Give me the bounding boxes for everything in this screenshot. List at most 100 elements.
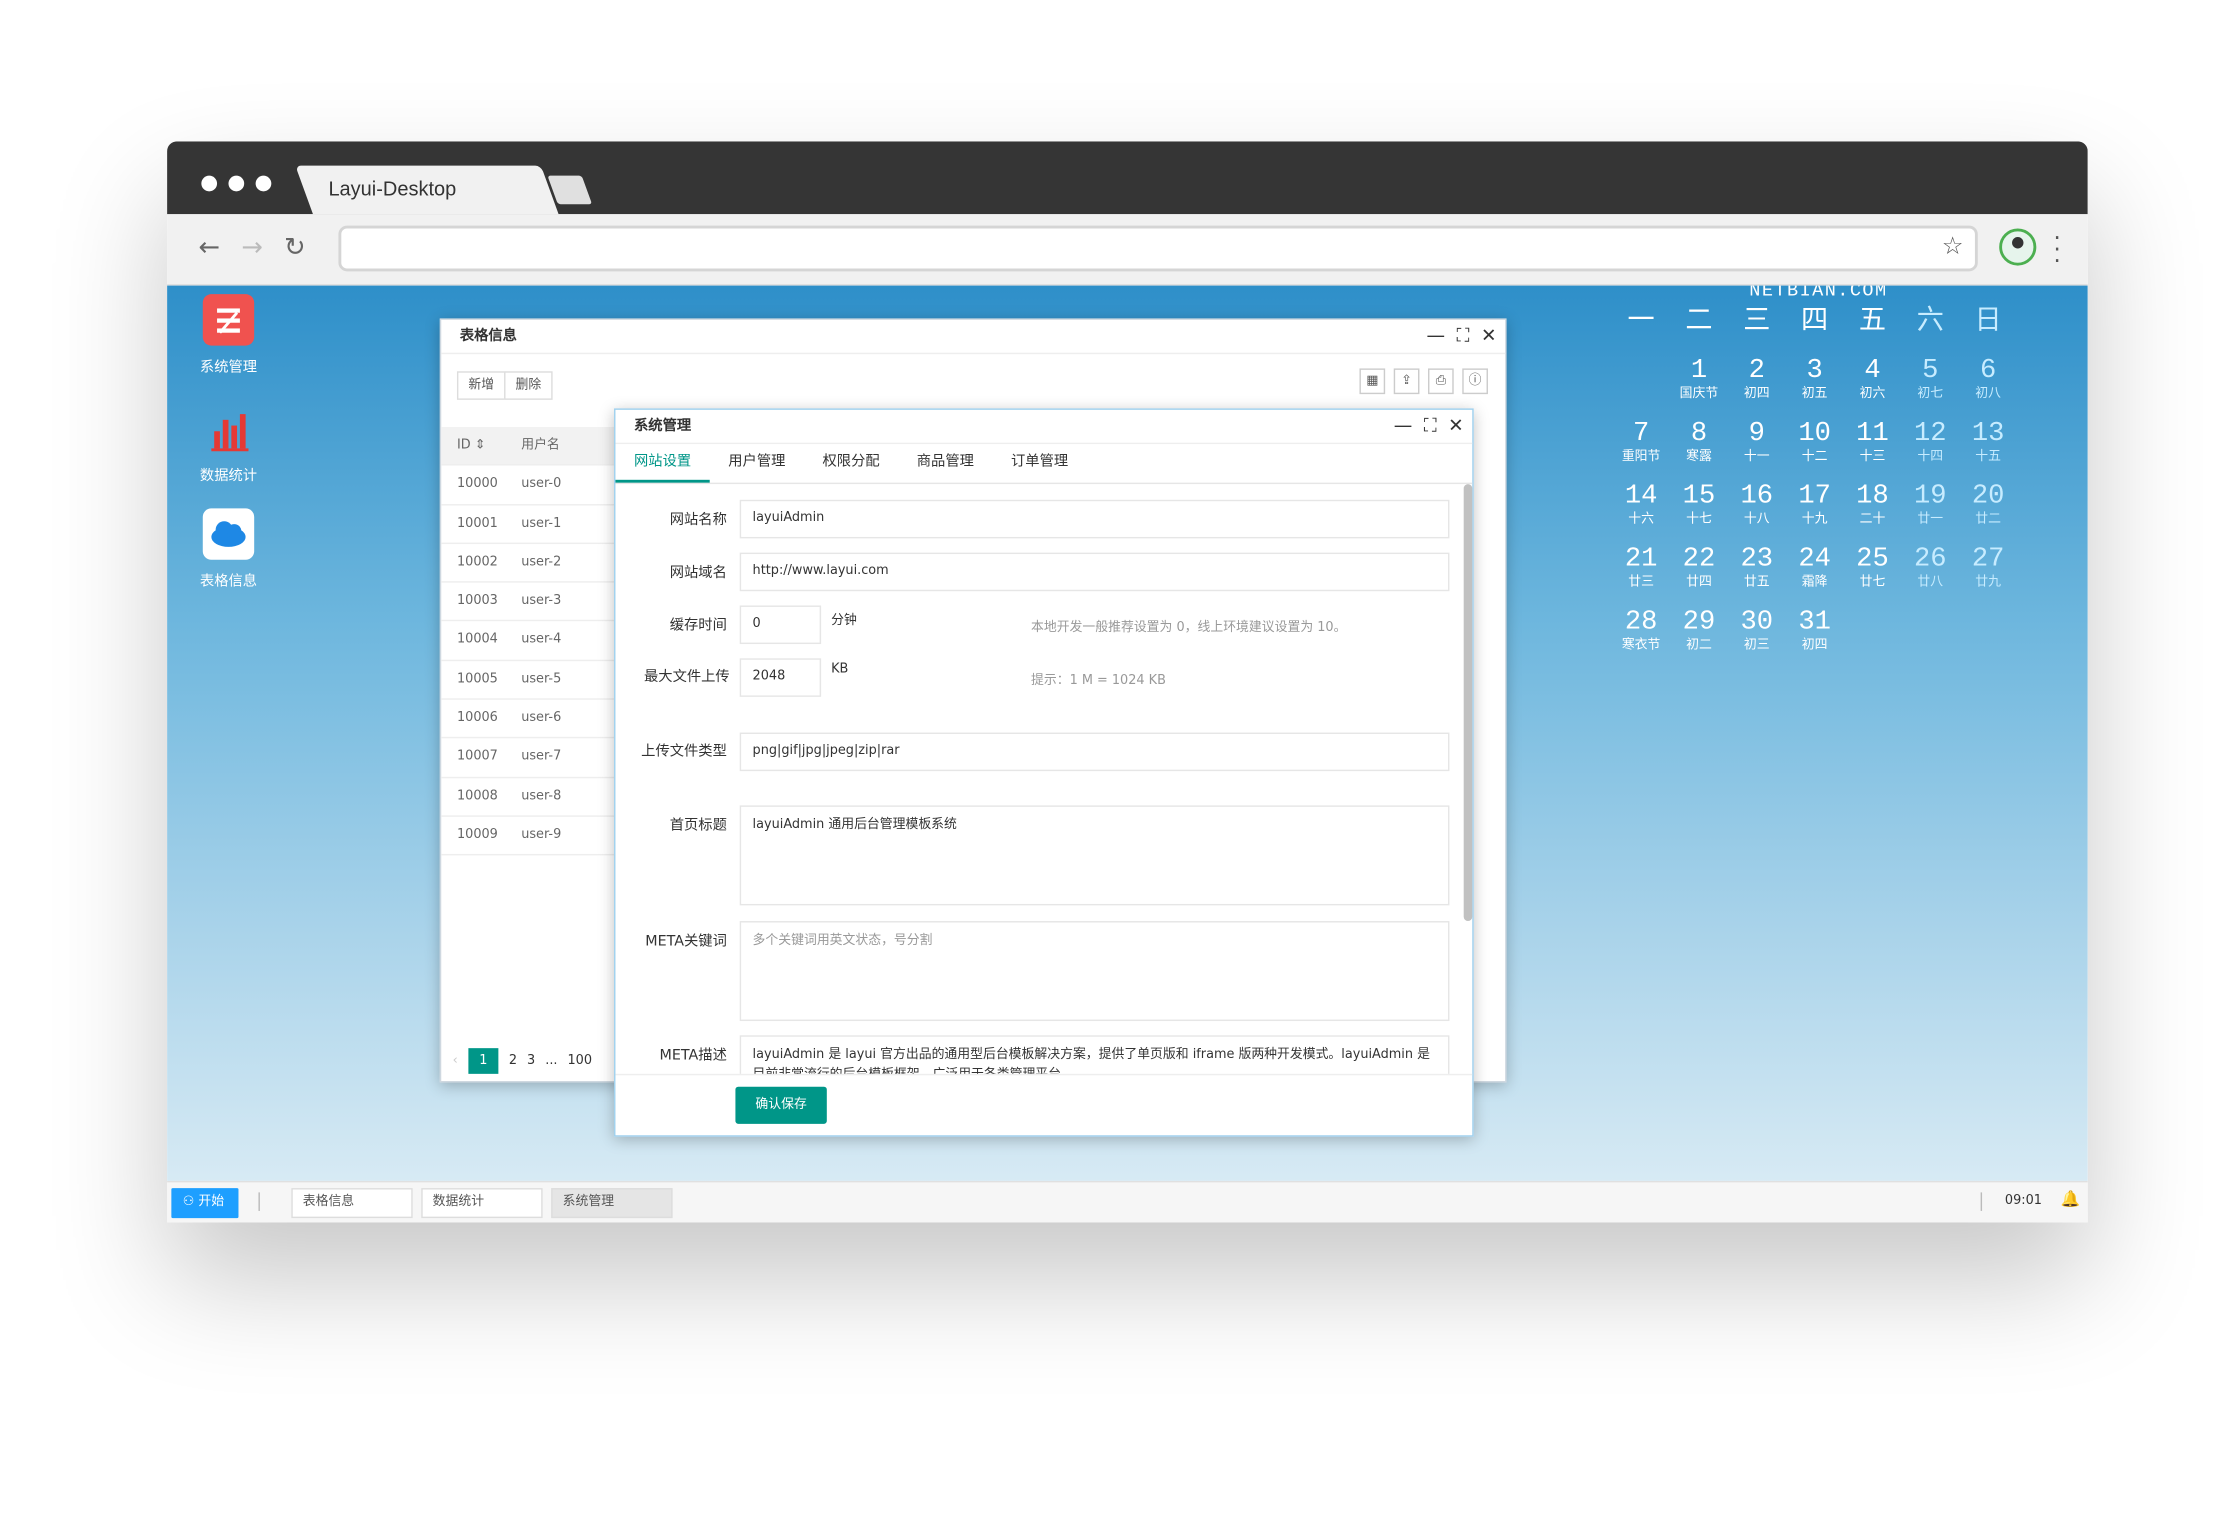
calendar-day xyxy=(1844,605,1902,668)
cache-time-input[interactable]: 0 xyxy=(739,605,822,645)
calendar-day[interactable]: 8 寒露 xyxy=(1670,417,1728,480)
table-row[interactable]: 10007 user-7 xyxy=(441,739,616,778)
desktop-icon-stats[interactable]: 数据统计 xyxy=(187,403,270,484)
back-icon[interactable]: ← xyxy=(198,233,220,263)
desktop-icon-table[interactable]: 表格信息 xyxy=(187,508,270,590)
new-tab-button[interactable] xyxy=(547,175,593,205)
profile-avatar[interactable] xyxy=(1999,228,2037,266)
print-icon[interactable]: ⎙ xyxy=(1428,368,1454,395)
calendar-day[interactable]: 4 初六 xyxy=(1844,354,1902,417)
prev-page-icon[interactable]: ‹ xyxy=(453,1054,458,1068)
minimize-icon[interactable]: — xyxy=(1427,320,1446,354)
table-row[interactable]: 10000 user-0 xyxy=(441,466,616,505)
calendar-day[interactable]: 14 十六 xyxy=(1612,480,1670,543)
calendar-day[interactable]: 31 初四 xyxy=(1786,605,1844,668)
calendar-day[interactable]: 13 十五 xyxy=(1959,417,2017,480)
table-row[interactable]: 10002 user-2 xyxy=(441,544,616,583)
meta-keywords-textarea[interactable]: 多个关键词用英文状态，号分割 xyxy=(739,921,1450,1022)
tab-orders[interactable]: 订单管理 xyxy=(992,444,1086,483)
notification-bell-icon[interactable]: 🔔 xyxy=(2061,1190,2081,1209)
delete-button[interactable]: 删除 xyxy=(504,371,553,400)
page-link[interactable]: 3 xyxy=(527,1054,535,1068)
form-scrollbar[interactable] xyxy=(1463,484,1473,922)
table-row[interactable]: 10006 user-6 xyxy=(441,700,616,739)
taskbar-item-table[interactable]: 表格信息 xyxy=(291,1188,413,1219)
calendar-day[interactable]: 2 初四 xyxy=(1728,354,1786,417)
table-row[interactable]: 10003 user-3 xyxy=(441,583,616,622)
table-row[interactable]: 10005 user-5 xyxy=(441,661,616,700)
calendar-day[interactable]: 7 重阳节 xyxy=(1612,417,1670,480)
taskbar-item-system[interactable]: 系统管理 xyxy=(551,1188,673,1219)
column-id[interactable]: ID xyxy=(457,438,471,452)
column-username[interactable]: 用户名 xyxy=(521,427,560,465)
page-link[interactable]: 2 xyxy=(509,1054,517,1068)
home-title-textarea[interactable]: layuiAdmin 通用后台管理模板系统 xyxy=(739,805,1450,906)
calendar-day[interactable]: 23 廿五 xyxy=(1728,543,1786,606)
calendar-day[interactable]: 28 寒衣节 xyxy=(1612,605,1670,668)
export-icon[interactable]: ⇪ xyxy=(1393,368,1420,395)
site-name-input[interactable]: layuiAdmin xyxy=(739,499,1450,539)
table-row[interactable]: 10004 user-4 xyxy=(441,622,616,661)
forward-icon[interactable]: → xyxy=(241,233,263,263)
calendar-day[interactable]: 24 霜降 xyxy=(1786,543,1844,606)
sort-icon[interactable]: ⇕ xyxy=(475,438,486,452)
weekday: 五 xyxy=(1858,304,1887,336)
calendar-day[interactable]: 26 廿八 xyxy=(1901,543,1959,606)
day-number: 3 xyxy=(1806,354,1823,386)
max-file-input[interactable]: 2048 xyxy=(739,658,822,697)
tab-site-settings[interactable]: 网站设置 xyxy=(615,444,710,483)
tab-permissions[interactable]: 权限分配 xyxy=(804,444,898,483)
cloud-icon xyxy=(202,508,255,560)
save-button[interactable]: 确认保存 xyxy=(735,1086,827,1124)
calendar-day[interactable]: 30 初三 xyxy=(1728,605,1786,668)
site-domain-input[interactable]: http://www.layui.com xyxy=(739,552,1450,592)
label-file-types: 上传文件类型 xyxy=(641,743,727,760)
calendar-day[interactable]: 11 十三 xyxy=(1844,417,1902,480)
page-link-last[interactable]: 100 xyxy=(567,1054,592,1068)
table-row[interactable]: 10009 user-9 xyxy=(441,817,616,856)
table-row[interactable]: 10008 user-8 xyxy=(441,778,616,817)
reload-icon[interactable]: ↻ xyxy=(284,233,306,263)
calendar-day[interactable]: 1 国庆节 xyxy=(1670,354,1728,417)
address-bar[interactable]: ☆ xyxy=(338,225,1978,272)
browser-menu-icon[interactable]: · · · xyxy=(2053,226,2060,272)
page-current[interactable]: 1 xyxy=(467,1048,499,1074)
tab-products[interactable]: 商品管理 xyxy=(898,444,992,483)
info-icon[interactable]: ⓘ xyxy=(1462,368,1488,395)
minimize-icon[interactable]: — xyxy=(1394,410,1413,444)
close-icon[interactable]: ✕ xyxy=(1481,320,1497,354)
calendar-day[interactable]: 25 廿七 xyxy=(1844,543,1902,606)
calendar-day[interactable]: 20 廿二 xyxy=(1959,480,2017,543)
day-number: 14 xyxy=(1624,479,1658,512)
tab-user-management[interactable]: 用户管理 xyxy=(710,444,804,483)
desktop-icon-system[interactable]: 系统管理 xyxy=(187,294,270,376)
taskbar-item-stats[interactable]: 数据统计 xyxy=(421,1188,543,1219)
table-tools: ▦ ⇪ ⎙ ⓘ xyxy=(1359,368,1488,395)
bookmark-star-icon[interactable]: ☆ xyxy=(1942,233,1964,262)
calendar-day[interactable]: 27 廿九 xyxy=(1959,543,2017,606)
add-button[interactable]: 新增 xyxy=(456,371,506,400)
file-types-input[interactable]: png|gif|jpg|jpeg|zip|rar xyxy=(739,732,1450,772)
meta-description-textarea[interactable]: layuiAdmin 是 layui 官方出品的通用型后台模板解决方案，提供了单… xyxy=(739,1035,1450,1074)
window-controls[interactable] xyxy=(201,175,272,192)
table-row[interactable]: 10001 user-1 xyxy=(441,505,616,544)
calendar-day[interactable]: 9 十一 xyxy=(1728,417,1786,480)
close-icon[interactable]: ✕ xyxy=(1448,410,1464,444)
calendar-day[interactable]: 3 初五 xyxy=(1786,354,1844,417)
calendar-day[interactable]: 19 廿一 xyxy=(1901,480,1959,543)
start-button[interactable]: ⚇ 开始 xyxy=(171,1188,239,1219)
calendar-day[interactable]: 6 初八 xyxy=(1959,354,2017,417)
calendar-day[interactable]: 5 初七 xyxy=(1901,354,1959,417)
calendar-day[interactable]: 21 廿三 xyxy=(1612,543,1670,606)
calendar-day[interactable]: 16 十八 xyxy=(1728,480,1786,543)
calendar-day[interactable]: 10 十二 xyxy=(1786,417,1844,480)
calendar-day[interactable]: 29 初二 xyxy=(1670,605,1728,668)
maximize-icon[interactable]: ⛶ xyxy=(1424,410,1437,444)
maximize-icon[interactable]: ⛶ xyxy=(1457,320,1470,354)
columns-icon[interactable]: ▦ xyxy=(1359,368,1386,395)
calendar-day[interactable]: 18 二十 xyxy=(1844,480,1902,543)
calendar-day[interactable]: 17 十九 xyxy=(1786,480,1844,543)
calendar-day[interactable]: 15 十七 xyxy=(1670,480,1728,543)
calendar-day[interactable]: 12 十四 xyxy=(1901,417,1959,480)
calendar-day[interactable]: 22 廿四 xyxy=(1670,543,1728,606)
